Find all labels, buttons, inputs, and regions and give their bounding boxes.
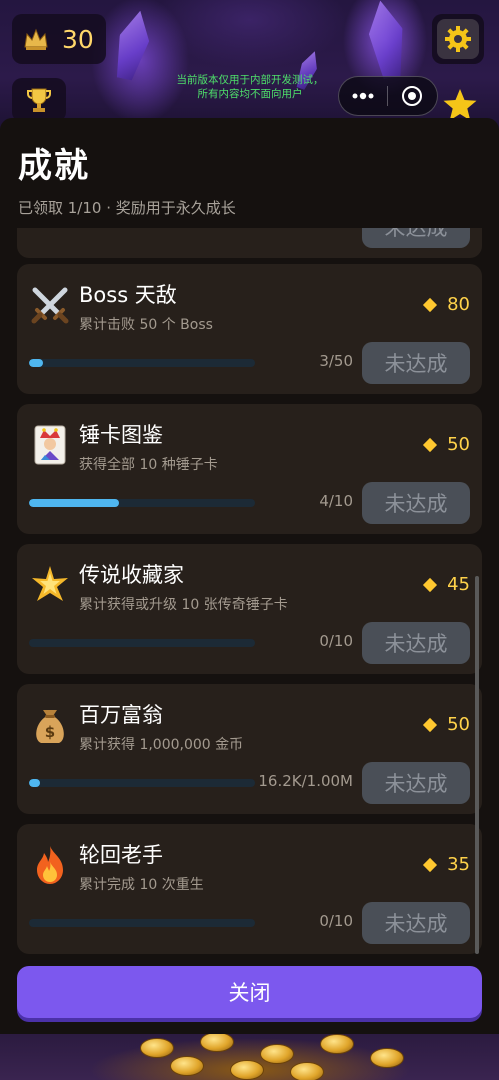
progress-bar	[29, 359, 255, 367]
page-title: 成就	[18, 146, 90, 186]
progress-bar	[29, 499, 255, 507]
diamond-icon	[423, 437, 438, 452]
score-counter: 30	[12, 14, 106, 64]
reward-value: 50	[447, 434, 470, 455]
achievement-description: 累计完成 10 次重生	[79, 877, 204, 893]
sparkle-star-icon	[29, 564, 71, 606]
gear-icon	[445, 26, 471, 52]
background-coin-pile	[0, 1030, 499, 1080]
reward-value: 80	[447, 294, 470, 315]
reward: 35	[423, 854, 470, 875]
progress-text: 4/10	[319, 492, 353, 510]
achievement-title: 传说收藏家	[79, 563, 184, 587]
achievement-description: 累计获得或升级 10 张传奇锤子卡	[79, 597, 288, 613]
dev-notice-line-1: 当前版本仅用于内部开发测试，	[176, 74, 324, 86]
achievement-title: 轮回老手	[79, 843, 163, 867]
crossed-swords-icon	[29, 284, 71, 326]
more-dots-icon	[352, 92, 374, 100]
progress-bar	[29, 779, 255, 787]
achievement-list[interactable]: 未达成 Boss 天敌 累计击败 50 个 Boss 80 3/50 未达成 锤…	[0, 228, 499, 958]
achievement-description: 累计击败 50 个 Boss	[79, 317, 213, 333]
progress-bar	[29, 639, 255, 647]
list-item: 传说收藏家 累计获得或升级 10 张传奇锤子卡 45 0/10 未达成	[17, 544, 482, 674]
settings-button[interactable]	[432, 14, 484, 64]
status-button[interactable]: 未达成	[362, 622, 470, 664]
star-icon[interactable]	[442, 88, 478, 122]
status-button-partial[interactable]: 未达成	[362, 228, 470, 248]
target-circle-icon	[402, 86, 423, 106]
close-button[interactable]: 关闭	[17, 966, 482, 1018]
status-button[interactable]: 未达成	[362, 482, 470, 524]
reward: 80	[423, 294, 470, 315]
fire-icon	[29, 844, 71, 886]
page-subtitle: 已领取 1/10 · 奖励用于永久成长	[18, 199, 236, 217]
status-button[interactable]: 未达成	[362, 902, 470, 944]
diamond-icon	[423, 857, 438, 872]
list-item: 轮回老手 累计完成 10 次重生 35 0/10 未达成	[17, 824, 482, 954]
list-item: $ 百万富翁 累计获得 1,000,000 金币 50 16.2K/1.00M …	[17, 684, 482, 814]
more-menu-button[interactable]	[339, 77, 387, 115]
miniprogram-capsule	[338, 76, 438, 116]
achievement-description: 获得全部 10 种锤子卡	[79, 457, 218, 473]
diamond-icon	[423, 717, 438, 732]
diamond-icon	[423, 577, 438, 592]
list-item: Boss 天敌 累计击败 50 个 Boss 80 3/50 未达成	[17, 264, 482, 394]
scrollbar[interactable]	[475, 576, 479, 954]
capsule-close-button[interactable]	[388, 77, 438, 115]
achievement-title: Boss 天敌	[79, 283, 177, 307]
dev-notice: 当前版本仅用于内部开发测试， 所有内容均不面向用户	[160, 73, 340, 101]
joker-card-icon	[29, 424, 71, 466]
progress-bar	[29, 919, 255, 927]
reward-value: 45	[447, 574, 470, 595]
diamond-icon	[423, 297, 438, 312]
reward: 50	[423, 714, 470, 735]
list-item: 锤卡图鉴 获得全部 10 种锤子卡 50 4/10 未达成	[17, 404, 482, 534]
achievement-title: 锤卡图鉴	[79, 423, 163, 447]
list-item-partial: 未达成	[17, 228, 482, 258]
score-value: 30	[62, 24, 94, 54]
crown-icon	[24, 28, 48, 50]
progress-fill	[29, 779, 41, 787]
progress-text: 0/10	[319, 912, 353, 930]
trophy-button[interactable]	[12, 78, 66, 122]
trophy-icon	[27, 88, 51, 112]
reward-value: 50	[447, 714, 470, 735]
svg-text:$: $	[45, 723, 55, 741]
money-bag-icon: $	[29, 704, 71, 746]
progress-text: 3/50	[319, 352, 353, 370]
dev-notice-line-2: 所有内容均不面向用户	[197, 88, 303, 100]
progress-fill	[29, 359, 43, 367]
achievement-title: 百万富翁	[79, 703, 163, 727]
achievement-description: 累计获得 1,000,000 金币	[79, 737, 244, 753]
status-button[interactable]: 未达成	[362, 342, 470, 384]
progress-text: 0/10	[319, 632, 353, 650]
status-button[interactable]: 未达成	[362, 762, 470, 804]
progress-fill	[29, 499, 120, 507]
progress-text: 16.2K/1.00M	[258, 772, 353, 790]
reward: 45	[423, 574, 470, 595]
reward: 50	[423, 434, 470, 455]
reward-value: 35	[447, 854, 470, 875]
